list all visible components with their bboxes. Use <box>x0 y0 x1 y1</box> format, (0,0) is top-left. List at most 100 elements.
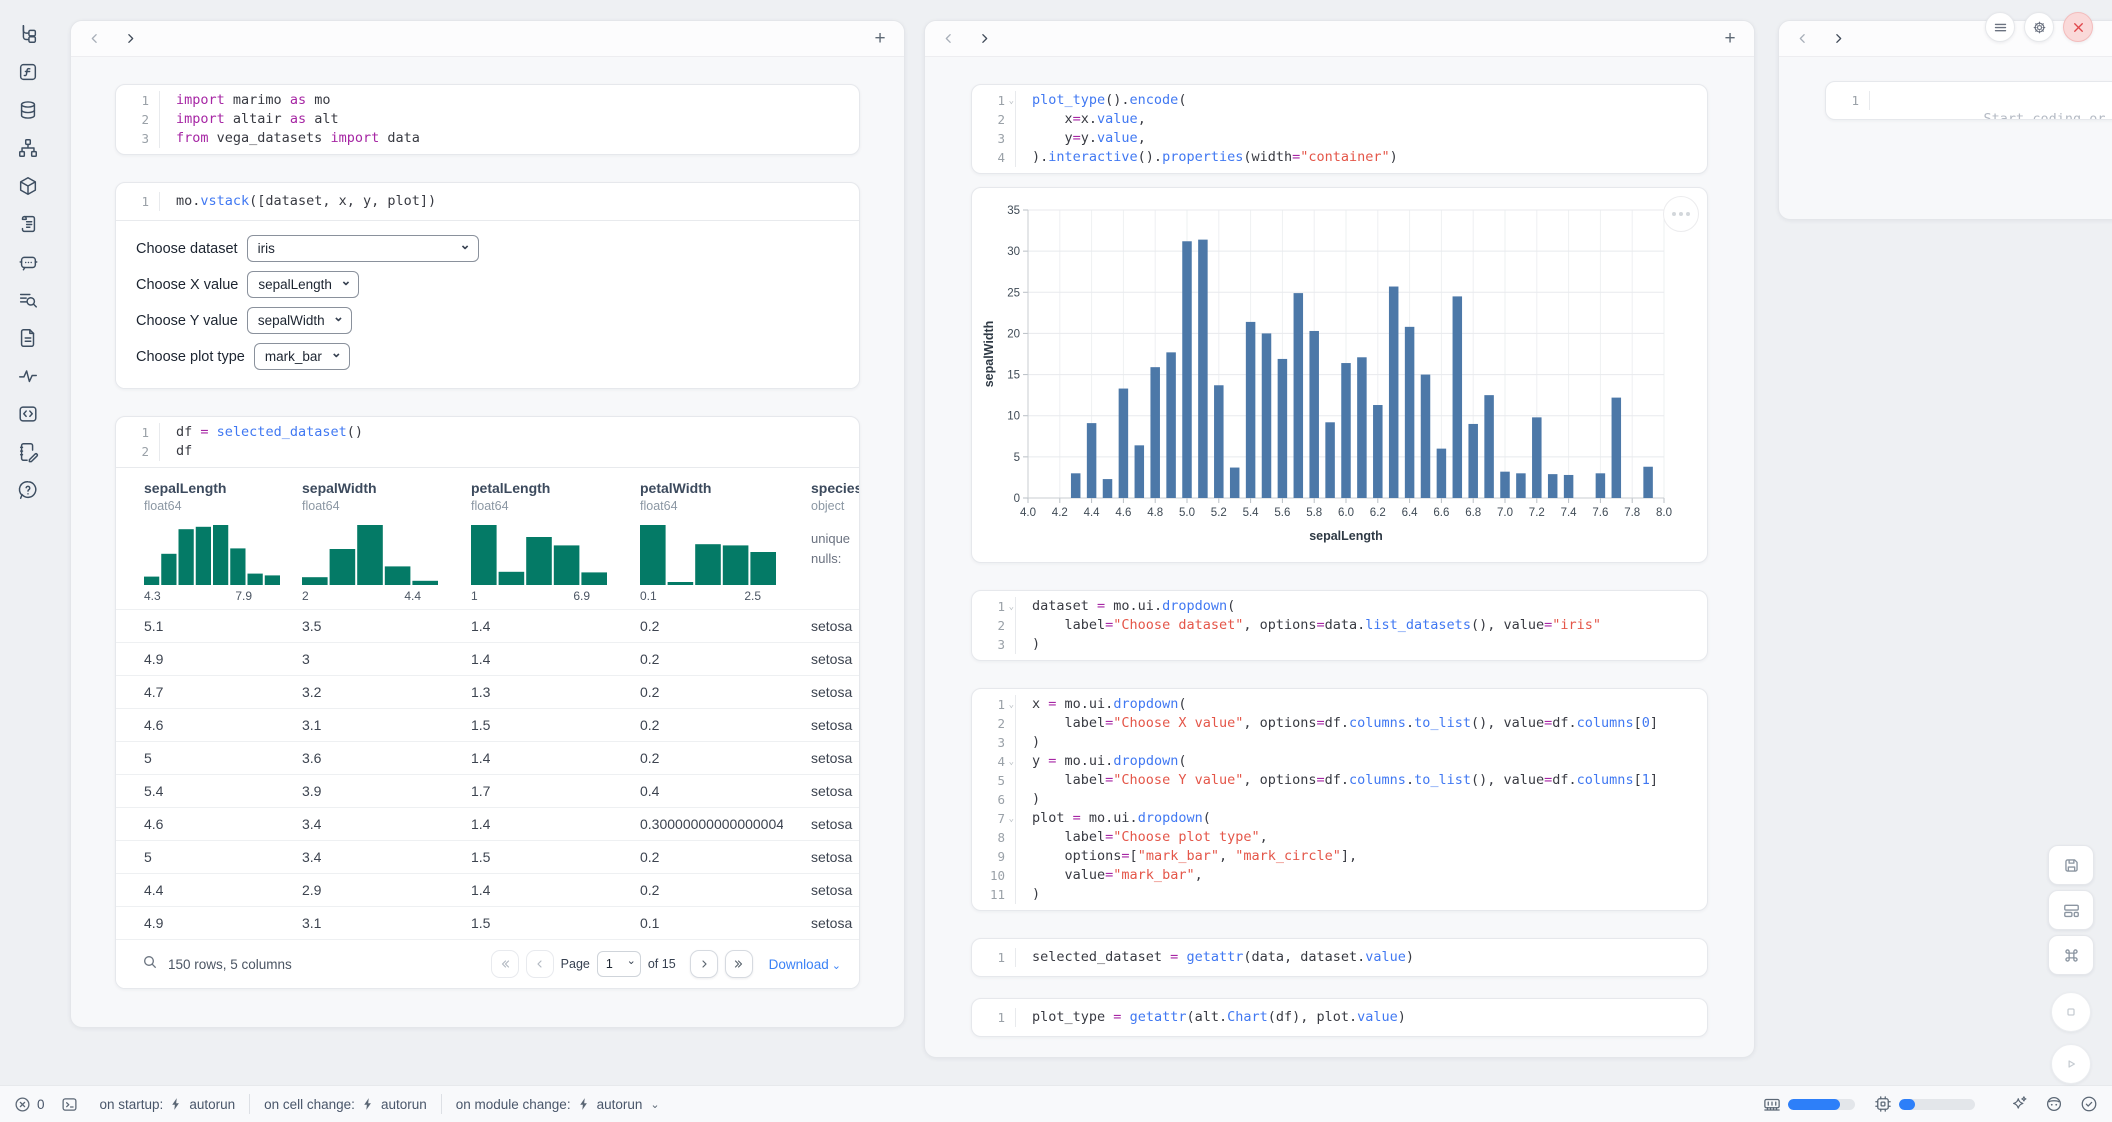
on-startup-setting[interactable]: on startup: autorun <box>100 1097 236 1112</box>
notebook-edit-icon[interactable] <box>16 440 40 464</box>
settings-gear-button[interactable] <box>2024 12 2054 42</box>
y-value-select[interactable]: sepalWidth <box>247 307 352 334</box>
last-page-button[interactable] <box>725 950 753 978</box>
code-editor[interactable]: 1⌄x = mo.ui.dropdown(2 label="Choose X v… <box>972 689 1707 910</box>
column-header[interactable]: sepalLengthfloat644.37.9 <box>116 468 274 610</box>
code-line: 6) <box>972 790 1707 809</box>
code-editor[interactable]: 1df = selected_dataset()2df <box>116 417 859 468</box>
code-snippet-icon[interactable] <box>16 402 40 426</box>
svg-text:7.4: 7.4 <box>1561 507 1578 519</box>
file-tree-icon[interactable] <box>16 22 40 46</box>
connection-status-button[interactable] <box>2079 1095 2098 1114</box>
row-count-summary: 150 rows, 5 columns <box>168 957 292 972</box>
code-line: 1plot_type = getattr(alt.Chart(df), plot… <box>972 1008 1707 1027</box>
chevron-down-icon: ⌄ <box>650 1098 659 1111</box>
layout-button[interactable] <box>2048 890 2094 930</box>
chevron-right-icon[interactable] <box>121 30 139 48</box>
svg-text:8.0: 8.0 <box>1656 507 1672 519</box>
table-footer: 150 rows, 5 columns Page 1 of 15 Downloa… <box>116 940 859 988</box>
svg-text:4.4: 4.4 <box>1084 507 1101 519</box>
lightning-icon <box>361 1097 375 1111</box>
copilot-button[interactable] <box>2044 1095 2063 1114</box>
column-header[interactable]: speciesobjectuniquenulls: <box>783 468 859 610</box>
chevron-right-icon[interactable] <box>975 30 993 48</box>
code-line: 4⌄y = mo.ui.dropdown( <box>972 752 1707 771</box>
dataset-control-row: Choose dataset iris <box>136 235 839 262</box>
page-select[interactable]: 1 <box>597 951 641 977</box>
svg-text:5.6: 5.6 <box>1274 507 1290 519</box>
bar-chart[interactable]: 051015202530354.04.24.44.64.85.05.25.45.… <box>980 200 1680 548</box>
code-editor[interactable]: 1mo.vstack([dataset, x, y, plot]) <box>116 183 859 221</box>
plot-type-select[interactable]: mark_bar <box>254 343 350 370</box>
first-page-button[interactable] <box>491 950 519 978</box>
function-square-icon[interactable] <box>16 60 40 84</box>
sitemap-icon[interactable] <box>16 136 40 160</box>
svg-text:6.2: 6.2 <box>1370 507 1386 519</box>
code-editor[interactable]: 1selected_dataset = getattr(data, datase… <box>972 939 1707 976</box>
code-line: 11) <box>972 885 1707 904</box>
code-cell-dataset: 1⌄dataset = mo.ui.dropdown(2 label="Choo… <box>971 590 1708 661</box>
svg-text:6.4: 6.4 <box>1402 507 1419 519</box>
code-cell-imports: 1import marimo as mo2import altair as al… <box>115 84 860 155</box>
package-icon[interactable] <box>16 174 40 198</box>
code-line: 2import altair as alt <box>116 110 859 129</box>
add-cell-button[interactable]: + <box>870 29 890 49</box>
svg-text:6.6: 6.6 <box>1433 507 1449 519</box>
next-page-button[interactable] <box>690 950 718 978</box>
window-controls <box>1985 12 2093 42</box>
page-label: Page <box>561 957 590 971</box>
cpu-usage-meter <box>1899 1099 1975 1110</box>
dataset-select[interactable]: iris <box>247 235 479 262</box>
column-header[interactable]: sepalWidthfloat6424.4 <box>274 468 443 610</box>
prev-page-button[interactable] <box>526 950 554 978</box>
code-line: 3 y=y.value, <box>972 129 1707 148</box>
help-chat-icon[interactable] <box>16 478 40 502</box>
on-module-change-setting[interactable]: on module change: autorun ⌄ <box>456 1097 660 1112</box>
menu-button[interactable] <box>1985 12 2015 42</box>
script-icon[interactable] <box>16 212 40 236</box>
table-row: 4.931.40.2setosa <box>116 643 859 676</box>
svg-text:sepalLength: sepalLength <box>1309 529 1383 543</box>
download-link[interactable]: Download <box>769 957 841 972</box>
save-button[interactable] <box>2048 845 2094 885</box>
svg-text:4.2: 4.2 <box>1052 507 1068 519</box>
column-header[interactable]: petalWidthfloat640.12.5 <box>612 468 783 610</box>
command-shortcuts-button[interactable] <box>2048 935 2094 975</box>
chat-bot-icon[interactable] <box>16 250 40 274</box>
activity-pulse-icon[interactable] <box>16 364 40 388</box>
code-line: 9 options=["mark_bar", "mark_circle"], <box>972 847 1707 866</box>
chevron-right-icon[interactable] <box>1829 30 1847 48</box>
add-cell-button[interactable]: + <box>1720 29 1740 49</box>
chart-options-button[interactable] <box>1663 196 1699 232</box>
column-header[interactable]: petalLengthfloat6416.9 <box>443 468 612 610</box>
code-editor[interactable]: 1 Start coding or generate with AI <box>1826 82 2112 119</box>
x-value-select[interactable]: sepalLength <box>247 271 359 298</box>
svg-text:7.8: 7.8 <box>1624 507 1640 519</box>
chevron-left-icon[interactable] <box>1793 30 1811 48</box>
code-editor[interactable]: 1⌄dataset = mo.ui.dropdown(2 label="Choo… <box>972 591 1707 660</box>
run-button[interactable] <box>2051 1044 2091 1084</box>
chevron-left-icon[interactable] <box>939 30 957 48</box>
svg-text:5.4: 5.4 <box>1243 507 1260 519</box>
code-editor[interactable]: 1import marimo as mo2import altair as al… <box>116 85 859 154</box>
close-button[interactable] <box>2063 12 2093 42</box>
search-icon[interactable] <box>142 954 158 975</box>
ai-sparkles-button[interactable] <box>2009 1095 2028 1114</box>
error-count-indicator[interactable]: 0 <box>14 1096 45 1113</box>
stop-button[interactable] <box>2051 992 2091 1032</box>
list-search-icon[interactable] <box>16 288 40 312</box>
x-control-row: Choose X value sepalLength <box>136 271 839 298</box>
document-icon[interactable] <box>16 326 40 350</box>
terminal-button[interactable] <box>61 1096 78 1113</box>
code-line: 2 x=x.value, <box>972 110 1707 129</box>
table-row: 4.73.21.30.2setosa <box>116 676 859 709</box>
code-line: 2df <box>116 442 859 461</box>
code-line: 1df = selected_dataset() <box>116 423 859 442</box>
database-icon[interactable] <box>16 98 40 122</box>
chevron-left-icon[interactable] <box>85 30 103 48</box>
code-editor[interactable]: 1plot_type = getattr(alt.Chart(df), plot… <box>972 999 1707 1036</box>
on-cell-change-setting[interactable]: on cell change: autorun <box>264 1097 427 1112</box>
mini-histogram <box>640 523 778 585</box>
code-editor[interactable]: 1⌄plot_type().encode(2 x=x.value,3 y=y.v… <box>972 85 1707 173</box>
panel-header: + <box>71 21 904 57</box>
